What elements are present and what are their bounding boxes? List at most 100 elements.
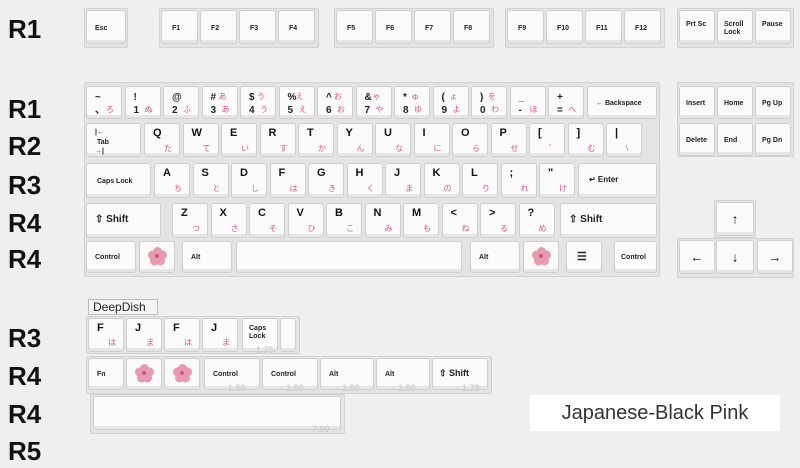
sakura-key[interactable] bbox=[126, 358, 162, 390]
alpha-key[interactable]: ? め bbox=[518, 203, 555, 238]
nav-key-end[interactable]: End bbox=[717, 123, 753, 156]
fn-key[interactable]: Fn bbox=[88, 358, 124, 390]
nav-key-pg-up[interactable]: Pg Up bbox=[755, 86, 791, 119]
f2-key[interactable]: F2 bbox=[200, 10, 237, 44]
alpha-key[interactable]: Mも bbox=[403, 203, 439, 238]
alpha-key[interactable]: Cそ bbox=[249, 203, 285, 238]
menu-key[interactable]: ☰ bbox=[566, 241, 602, 273]
homing-key[interactable]: Fは bbox=[88, 318, 124, 352]
number-key[interactable]: % 5 ええ bbox=[278, 86, 315, 119]
nav-key-home[interactable]: Home bbox=[717, 86, 753, 119]
alpha-key[interactable]: Sと bbox=[192, 163, 229, 198]
number-key[interactable]: #3 ああ bbox=[201, 86, 238, 119]
left-control-key[interactable]: Control bbox=[86, 241, 136, 273]
f-label: F12 bbox=[635, 25, 648, 32]
f4-key[interactable]: F4 bbox=[278, 10, 315, 44]
alpha-key[interactable]: [゛ bbox=[529, 123, 565, 157]
alpha-key[interactable]: Yん bbox=[336, 123, 373, 157]
number-key[interactable]: ) 0 をわ bbox=[471, 86, 507, 119]
number-key[interactable]: (9 ょよ bbox=[432, 86, 469, 119]
f6-key[interactable]: F6 bbox=[375, 10, 412, 44]
f1-key[interactable]: F1 bbox=[161, 10, 198, 44]
alpha-key[interactable]: Fは bbox=[269, 163, 306, 198]
alpha-key[interactable]: Gき bbox=[308, 163, 344, 198]
homing-key[interactable]: Jま bbox=[202, 318, 238, 352]
number-key[interactable]: ^ 6 おお bbox=[317, 86, 353, 119]
alpha-key[interactable]: Bこ bbox=[326, 203, 362, 238]
esc-key[interactable]: Esc bbox=[86, 10, 126, 44]
alpha-key[interactable]: Jま bbox=[385, 163, 421, 198]
alpha-key[interactable]: Pせ bbox=[490, 123, 527, 157]
arrow-left-key[interactable]: ← bbox=[679, 240, 715, 274]
sakura-key[interactable] bbox=[139, 241, 175, 273]
number-key[interactable]: ! 1 ぬ bbox=[124, 86, 161, 119]
f9-key[interactable]: F9 bbox=[507, 10, 544, 44]
f10-key[interactable]: F10 bbox=[546, 10, 583, 44]
alpha-key[interactable]: " け bbox=[539, 163, 575, 198]
homing-key[interactable]: Fは bbox=[164, 318, 200, 352]
spacebar-700-key[interactable] bbox=[93, 396, 341, 430]
alpha-key[interactable]: Aち bbox=[154, 163, 190, 198]
alpha-key[interactable]: Oら bbox=[452, 123, 488, 157]
arrow-right-key[interactable]: → bbox=[757, 240, 793, 274]
alpha-key[interactable]: ] む bbox=[567, 123, 604, 157]
alpha-key[interactable]: Lり bbox=[462, 163, 498, 198]
f5-key[interactable]: F5 bbox=[336, 10, 373, 44]
alt-label: Alt bbox=[329, 371, 339, 378]
alpha-key[interactable]: ; れ bbox=[500, 163, 537, 198]
shift-key[interactable]: ⇧ Shift bbox=[432, 358, 488, 390]
nav-key-insert[interactable]: Insert bbox=[679, 86, 715, 119]
alpha-key[interactable]: Hく bbox=[346, 163, 383, 198]
left-shift-key[interactable]: ⇧ Shift bbox=[86, 203, 161, 238]
alpha-key[interactable]: Kの bbox=[423, 163, 460, 198]
arrow-up-key[interactable]: ↑ bbox=[716, 202, 754, 236]
number-key[interactable]: * 8 ゅゆ bbox=[394, 86, 430, 119]
sakura-key[interactable] bbox=[523, 241, 559, 273]
alpha-key[interactable]: Dし bbox=[231, 163, 267, 198]
right-control-key[interactable]: Control bbox=[614, 241, 657, 273]
nav-key-delete[interactable]: Delete bbox=[679, 123, 715, 156]
alpha-key[interactable]: Xさ bbox=[210, 203, 247, 238]
alpha-key[interactable]: Rす bbox=[259, 123, 296, 157]
backspace-key[interactable]: ← Backspace bbox=[587, 86, 657, 119]
right-alt-key[interactable]: Alt bbox=[470, 241, 520, 273]
caps-lock-key[interactable]: Caps Lock bbox=[86, 163, 151, 198]
pause-key[interactable]: Pause bbox=[755, 10, 791, 44]
alpha-key[interactable]: Tか bbox=[298, 123, 334, 157]
blank-key[interactable] bbox=[280, 318, 296, 352]
enter-key[interactable]: ↵ Enter bbox=[578, 163, 657, 198]
alpha-key[interactable]: Vひ bbox=[287, 203, 324, 238]
alpha-key[interactable]: Uな bbox=[375, 123, 411, 157]
spacebar-key[interactable] bbox=[236, 241, 462, 273]
f11-key[interactable]: F11 bbox=[585, 10, 622, 44]
right-shift-key[interactable]: ⇧ Shift bbox=[560, 203, 657, 238]
number-key[interactable]: + = へ bbox=[548, 86, 584, 119]
sakura-key[interactable] bbox=[164, 358, 200, 390]
tab-key[interactable]: |← Tab →| bbox=[86, 123, 141, 157]
f12-key[interactable]: F12 bbox=[624, 10, 661, 44]
nav-key-pg-dn[interactable]: Pg Dn bbox=[755, 123, 791, 156]
alpha-key[interactable]: Qた bbox=[144, 123, 180, 157]
alpha-key[interactable]: Wて bbox=[182, 123, 219, 157]
key-kana: ち bbox=[174, 184, 182, 193]
f3-key[interactable]: F3 bbox=[239, 10, 276, 44]
number-key[interactable]: ~ 、ろ bbox=[86, 86, 122, 119]
number-key[interactable]: $4 うう bbox=[240, 86, 276, 119]
f8-key[interactable]: F8 bbox=[453, 10, 490, 44]
alpha-key[interactable]: > る bbox=[480, 203, 516, 238]
alpha-key[interactable]: Nみ bbox=[364, 203, 401, 238]
alpha-key[interactable]: < ね bbox=[441, 203, 478, 238]
number-key[interactable]: _ - ほ bbox=[509, 86, 546, 119]
alpha-key[interactable]: Zつ bbox=[172, 203, 208, 238]
number-key[interactable]: & 7 ゃや bbox=[355, 86, 392, 119]
alpha-key[interactable]: Eい bbox=[221, 123, 257, 157]
prtsc-key[interactable]: Prt Sc bbox=[679, 10, 715, 44]
homing-key[interactable]: Jま bbox=[126, 318, 162, 352]
f7-key[interactable]: F7 bbox=[414, 10, 451, 44]
scroll-lock-key[interactable]: Scroll Lock bbox=[717, 10, 753, 44]
number-key[interactable]: @2 ふ bbox=[163, 86, 199, 119]
arrow-down-key[interactable]: ↓ bbox=[716, 240, 754, 274]
alpha-key[interactable]: Iに bbox=[413, 123, 450, 157]
alpha-key[interactable]: | \ bbox=[606, 123, 642, 157]
left-alt-key[interactable]: Alt bbox=[182, 241, 232, 273]
